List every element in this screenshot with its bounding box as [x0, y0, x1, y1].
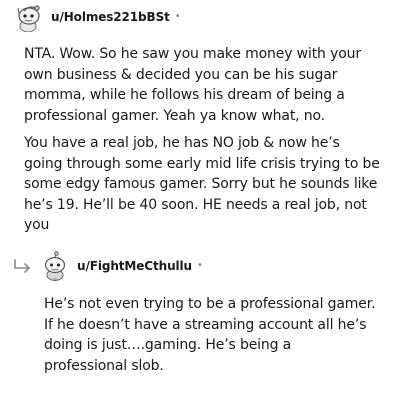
- comment-paragraph: He’s not even trying to be a professiona…: [44, 296, 376, 374]
- snoo-avatar-icon[interactable]: [40, 251, 70, 281]
- snoo-avatar-icon[interactable]: [14, 2, 44, 33]
- reply-arrow-icon: [12, 257, 34, 275]
- comment-header: u/Holmes221bBSt •: [14, 1, 181, 33]
- comment-body: NTA. Wow. So he saw you make money with …: [24, 44, 380, 236]
- comment-username[interactable]: u/Holmes221bBSt: [51, 10, 170, 24]
- comment-username[interactable]: u/FightMeCthullu: [77, 259, 192, 273]
- comment-body: He’s not even trying to be a professiona…: [44, 294, 378, 376]
- comment-header: u/FightMeCthullu •: [12, 250, 203, 282]
- comment-paragraph: NTA. Wow. So he saw you make money with …: [24, 46, 361, 124]
- separator-dot: •: [174, 11, 181, 22]
- separator-dot: •: [196, 260, 203, 271]
- comment-paragraph: You have a real job, he has NO job & now…: [24, 135, 380, 233]
